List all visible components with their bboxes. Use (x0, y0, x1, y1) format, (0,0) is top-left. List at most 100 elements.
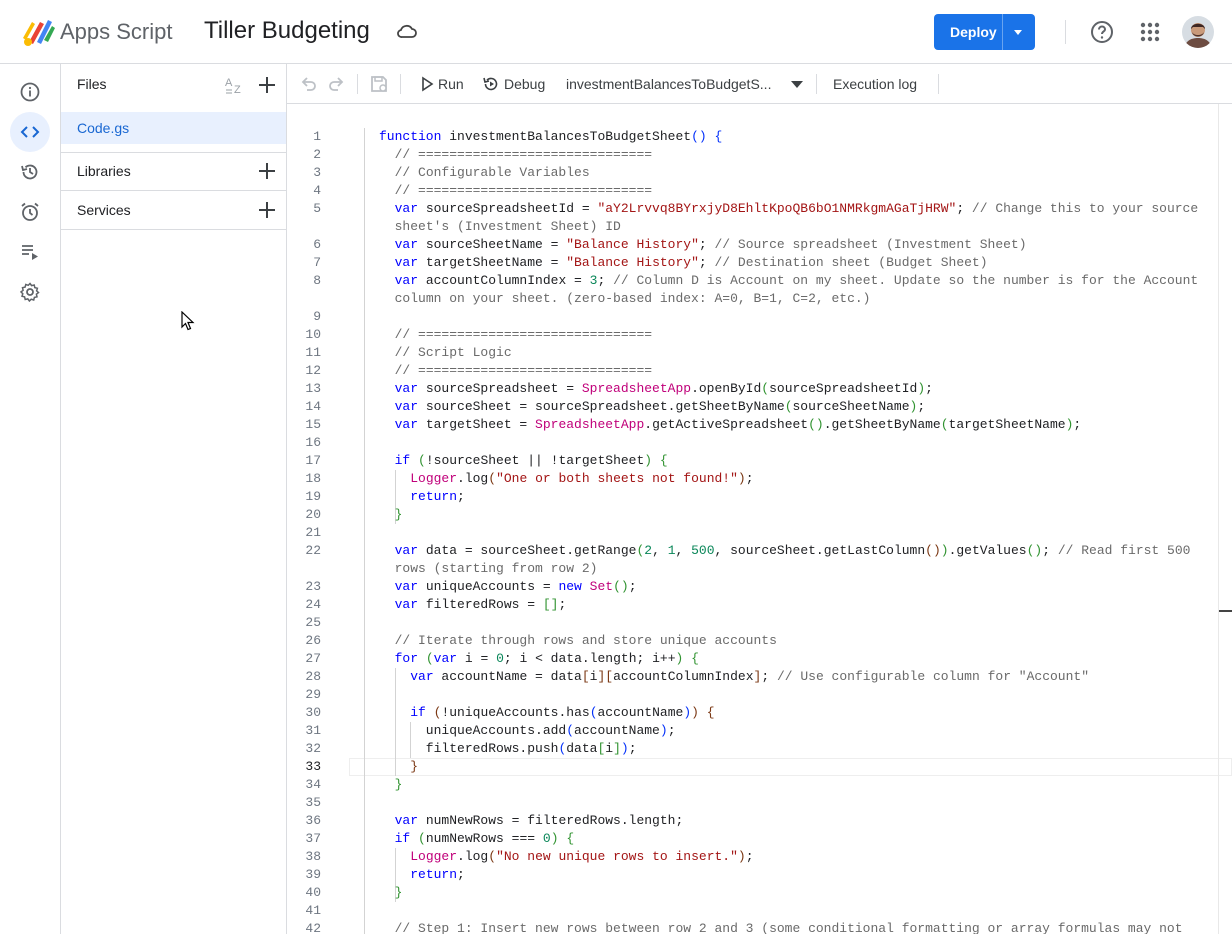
top-header: Apps Script Tiller Budgeting Deploy (0, 0, 1232, 64)
code-line[interactable]: 2 // ============================== (287, 146, 1232, 164)
deploy-button[interactable]: Deploy (934, 14, 1035, 50)
chevron-down-icon[interactable] (790, 78, 804, 90)
code-line[interactable]: 1 function investmentBalancesToBudgetShee… (287, 128, 1232, 146)
project-title[interactable]: Tiller Budgeting (204, 17, 370, 45)
code-line[interactable]: 8 var accountColumnIndex = 3; // Column … (287, 272, 1232, 290)
code-line[interactable]: 39 return; (287, 866, 1232, 884)
code-line[interactable]: rows (starting from row 2) (287, 560, 1232, 578)
code-line[interactable]: 35 (287, 794, 1232, 812)
line-number: 41 (305, 903, 321, 918)
line-number: 12 (305, 363, 321, 378)
code-line[interactable]: 17 if (!sourceSheet || !targetSheet) { (287, 452, 1232, 470)
add-library-plus-icon[interactable] (257, 161, 277, 181)
code-line[interactable]: 24 var filteredRows = []; (287, 596, 1232, 614)
code-line[interactable]: 22 var data = sourceSheet.getRange(2, 1,… (287, 542, 1232, 560)
code-line[interactable]: 29 (287, 686, 1232, 704)
code-line[interactable]: 16 (287, 434, 1232, 452)
code-line[interactable]: 13 var sourceSpreadsheet = SpreadsheetAp… (287, 380, 1232, 398)
line-number: 26 (305, 633, 321, 648)
line-number: 33 (305, 759, 321, 774)
files-panel: Files A Z Code.gs Libraries Services (61, 64, 287, 934)
save-icon[interactable] (369, 74, 389, 94)
line-number: 30 (305, 705, 321, 720)
code-line[interactable]: 14 var sourceSheet = sourceSpreadsheet.g… (287, 398, 1232, 416)
code-text: filteredRows.push(data[i]); (379, 741, 637, 756)
undo-icon[interactable] (299, 74, 319, 94)
code-line[interactable]: 23 var uniqueAccounts = new Set(); (287, 578, 1232, 596)
code-line[interactable]: 31 uniqueAccounts.add(accountName); (287, 722, 1232, 740)
rail-item-editor[interactable] (10, 112, 50, 152)
section-divider (61, 152, 286, 153)
code-line[interactable]: 25 (287, 614, 1232, 632)
code-line[interactable]: 20 } (287, 506, 1232, 524)
code-line[interactable]: 34 } (287, 776, 1232, 794)
account-avatar[interactable] (1182, 16, 1214, 48)
code-line[interactable]: 7 var targetSheetName = "Balance History… (287, 254, 1232, 272)
code-line[interactable]: 37 if (numNewRows === 0) { (287, 830, 1232, 848)
code-line[interactable]: 42 // Step 1: Insert new rows between ro… (287, 920, 1232, 934)
code-text: Logger.log("No new unique rows to insert… (410, 849, 754, 864)
rail-item-project-history[interactable] (10, 152, 50, 192)
code-line[interactable]: 3 // Configurable Variables (287, 164, 1232, 182)
code-line[interactable]: 10 // ============================== (287, 326, 1232, 344)
code-line[interactable]: 30 if (!uniqueAccounts.has(accountName))… (287, 704, 1232, 722)
code-line[interactable]: 19 return; (287, 488, 1232, 506)
code-line[interactable]: 21 (287, 524, 1232, 542)
code-editor[interactable]: 1 function investmentBalancesToBudgetShee… (287, 104, 1232, 934)
code-text: if (!sourceSheet || !targetSheet) { (394, 453, 668, 468)
code-text: // Script Logic (394, 345, 512, 360)
code-text: // ============================== (394, 327, 653, 342)
code-line[interactable]: 36 var numNewRows = filteredRows.length; (287, 812, 1232, 830)
code-text: // ============================== (394, 147, 653, 162)
apps-script-logo-icon[interactable] (20, 16, 56, 48)
code-line[interactable]: 32 filteredRows.push(data[i]); (287, 740, 1232, 758)
add-file-plus-icon[interactable] (257, 75, 277, 95)
avatar-image-icon (1182, 16, 1214, 48)
code-line[interactable]: 4 // ============================== (287, 182, 1232, 200)
line-number: 20 (305, 507, 321, 522)
code-line[interactable]: 26 // Iterate through rows and store uni… (287, 632, 1232, 650)
code-line[interactable]: 33 } (287, 758, 1232, 776)
code-line[interactable]: 41 (287, 902, 1232, 920)
line-number: 4 (313, 183, 321, 198)
function-select[interactable]: investmentBalancesToBudgetS... (566, 76, 771, 92)
code-line[interactable]: 6 var sourceSheetName = "Balance History… (287, 236, 1232, 254)
debug-icon[interactable] (482, 75, 500, 93)
code-line[interactable]: sheet's (Investment Sheet) ID (287, 218, 1232, 236)
code-text: var sourceSpreadsheetId = "aY2Lrvvq8BYrx… (394, 201, 1199, 216)
code-line[interactable]: 28 var accountName = data[i][accountColu… (287, 668, 1232, 686)
line-number: 25 (305, 615, 321, 630)
add-service-plus-icon[interactable] (257, 200, 277, 220)
code-line[interactable]: column on your sheet. (zero-based index:… (287, 290, 1232, 308)
help-icon[interactable] (1090, 20, 1114, 44)
overview-ruler[interactable] (1218, 104, 1219, 934)
code-line[interactable]: 9 (287, 308, 1232, 326)
debug-button[interactable]: Debug (504, 76, 545, 92)
rail-item-executions[interactable] (10, 232, 50, 272)
run-play-icon[interactable] (420, 76, 434, 92)
run-button[interactable]: Run (438, 76, 464, 92)
line-number: 34 (305, 777, 321, 792)
code-line[interactable]: 27 for (var i = 0; i < data.length; i++)… (287, 650, 1232, 668)
rail-item-triggers[interactable] (10, 192, 50, 232)
apps-grid-icon[interactable] (1139, 21, 1161, 43)
code-line[interactable]: 15 var targetSheet = SpreadsheetApp.getA… (287, 416, 1232, 434)
rail-item-project-settings[interactable] (10, 272, 50, 312)
chevron-down-icon[interactable] (1011, 25, 1025, 39)
redo-icon[interactable] (326, 74, 346, 94)
rail-item-overview[interactable] (10, 72, 50, 112)
code-line[interactable]: 5 var sourceSpreadsheetId = "aY2Lrvvq8BY… (287, 200, 1232, 218)
line-number: 31 (305, 723, 321, 738)
file-item-code-gs[interactable]: Code.gs (61, 112, 286, 144)
code-text: var accountName = data[i][accountColumnI… (410, 669, 1090, 684)
scrollbar-position-marker[interactable] (1219, 610, 1232, 612)
code-line[interactable]: 11 // Script Logic (287, 344, 1232, 362)
code-line[interactable]: 18 Logger.log("One or both sheets not fo… (287, 470, 1232, 488)
code-line[interactable]: 38 Logger.log("No new unique rows to ins… (287, 848, 1232, 866)
code-text: var targetSheet = SpreadsheetApp.getActi… (394, 417, 1082, 432)
sort-az-icon[interactable]: A Z (223, 74, 247, 96)
line-number: 17 (305, 453, 321, 468)
code-line[interactable]: 40 } (287, 884, 1232, 902)
execution-log-button[interactable]: Execution log (833, 76, 917, 92)
code-line[interactable]: 12 // ============================== (287, 362, 1232, 380)
